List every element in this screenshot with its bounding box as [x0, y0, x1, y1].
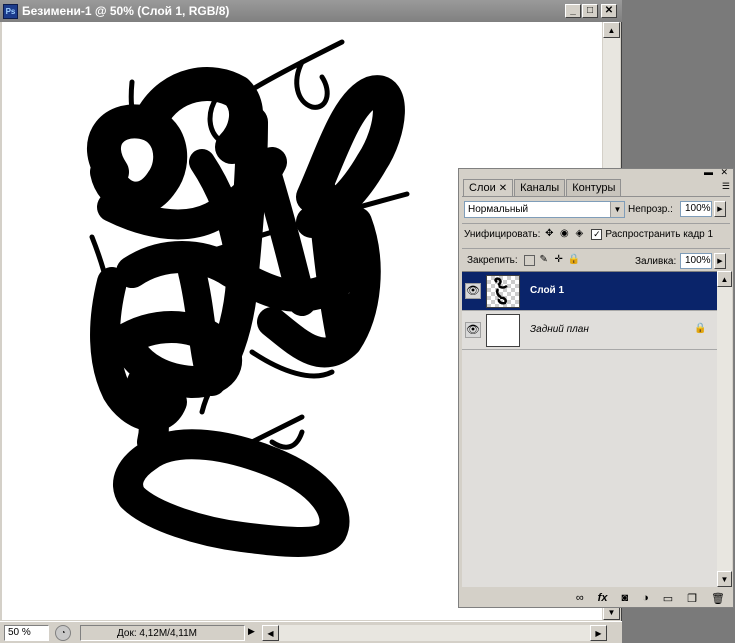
fill-field[interactable]: 100%	[680, 253, 712, 269]
tab-layers-label: Слои	[469, 182, 496, 194]
link-icon[interactable]: ∞	[576, 592, 584, 604]
trash-icon[interactable]: 🗑	[711, 592, 725, 605]
layer-row-layer-1[interactable]: 👁 Слой 1	[462, 272, 717, 311]
opacity-arrow-icon[interactable]: ▶	[714, 201, 726, 217]
scroll-down-arrow-icon[interactable]: ▼	[717, 571, 732, 587]
scroll-left-arrow-icon[interactable]: ◀	[262, 625, 279, 641]
status-bar: 50 % ◔ Док: 4,12M/4,11M ▶ ◀ ▶	[0, 621, 622, 643]
status-info-icon[interactable]: ◔	[55, 624, 71, 641]
tab-channels[interactable]: Каналы	[514, 179, 566, 196]
lock-all-icon[interactable]: 🔒	[568, 254, 580, 266]
eye-icon[interactable]: 👁	[465, 283, 481, 299]
document-title: Безимени-1 @ 50% (Слой 1, RGB/8)	[22, 4, 230, 18]
propagate-label: Распространить кадр 1	[605, 228, 714, 240]
panel-tabs: Слои ✕ Каналы Контуры	[463, 179, 622, 197]
panel-minimize-icon[interactable]: ▬	[704, 167, 713, 177]
tab-paths-label: Контуры	[572, 182, 616, 194]
tab-channels-label: Каналы	[520, 182, 560, 194]
panel-footer: ∞ fx ◙ ◑ ▭ ❐ 🗑	[459, 589, 733, 607]
layer-name[interactable]: Слой 1	[530, 285, 564, 296]
photoshop-icon: Ps	[3, 3, 18, 19]
unify-row: Унифицировать: ✥ ◉ ◈ ✓ Распространить ка…	[464, 228, 713, 240]
lock-row: Закрепить: ✎ ✛ 🔒	[467, 254, 580, 266]
eye-icon[interactable]: 👁	[465, 322, 481, 338]
folder-icon[interactable]: ▭	[663, 592, 673, 605]
divider	[462, 223, 730, 224]
tab-layers[interactable]: Слои ✕	[463, 179, 514, 197]
minimize-button[interactable]: _	[565, 4, 581, 18]
unify-visibility-icon[interactable]: ◉	[558, 228, 570, 240]
fx-icon[interactable]: fx	[598, 592, 608, 604]
tab-divider	[462, 196, 730, 197]
layer-row-background[interactable]: 👁 Задний план 🔒	[462, 311, 717, 350]
lock-brush-icon[interactable]: ✎	[538, 254, 550, 266]
layer-list: 👁 Слой 1 👁 Задний план 🔒	[462, 271, 717, 587]
layer-thumbnail	[486, 275, 520, 308]
tab-paths[interactable]: Контуры	[566, 179, 622, 196]
opacity-label: Непрозр.:	[628, 204, 673, 215]
thumbnail-scribble	[494, 277, 508, 305]
zoom-level-field[interactable]: 50 %	[4, 624, 49, 641]
lock-transparency-icon[interactable]	[523, 254, 535, 266]
scroll-right-arrow-icon[interactable]: ▶	[590, 625, 607, 641]
lock-label: Закрепить:	[467, 254, 518, 266]
lock-icon: 🔒	[694, 323, 707, 334]
new-layer-icon[interactable]: ❐	[687, 592, 697, 605]
maximize-button[interactable]: □	[582, 4, 598, 18]
panel-header[interactable]: ▬ ✕	[459, 167, 733, 179]
layer-name[interactable]: Задний план	[530, 324, 589, 335]
horizontal-scrollbar[interactable]: ◀ ▶	[262, 625, 607, 641]
blend-mode-select[interactable]: Нормальный ▼	[464, 201, 625, 218]
opacity-field[interactable]: 100%	[680, 201, 712, 217]
layers-panel: ▬ ✕ Слои ✕ Каналы Контуры ☰ Нормальный ▼ …	[458, 167, 734, 608]
document-size-info[interactable]: Док: 4,12M/4,11M	[80, 625, 245, 641]
divider	[462, 248, 730, 249]
tab-close-icon[interactable]: ✕	[499, 183, 507, 194]
fill-arrow-icon[interactable]: ▶	[714, 253, 726, 269]
unify-position-icon[interactable]: ✥	[543, 228, 555, 240]
fill-label: Заливка:	[635, 256, 677, 267]
lock-move-icon[interactable]: ✛	[553, 254, 565, 266]
scroll-up-arrow-icon[interactable]: ▲	[603, 22, 620, 38]
mask-icon[interactable]: ◙	[621, 592, 628, 604]
panel-menu-icon[interactable]: ☰	[722, 181, 730, 192]
propagate-checkbox[interactable]: ✓	[591, 228, 603, 240]
unify-label: Унифицировать:	[464, 228, 541, 240]
chevron-down-icon[interactable]: ▼	[610, 202, 624, 217]
close-button[interactable]: ✕	[601, 4, 617, 18]
status-menu-arrow-icon[interactable]: ▶	[248, 626, 255, 637]
blend-mode-value: Нормальный	[468, 204, 529, 215]
unify-style-icon[interactable]: ◈	[573, 228, 585, 240]
document-titlebar[interactable]: Ps Безимени-1 @ 50% (Слой 1, RGB/8) _ □ …	[0, 0, 622, 22]
scroll-up-arrow-icon[interactable]: ▲	[717, 271, 732, 287]
layer-thumbnail	[486, 314, 520, 347]
adjustment-icon[interactable]: ◑	[642, 592, 649, 604]
panel-scrollbar[interactable]: ▲ ▼	[717, 271, 732, 587]
panel-close-icon[interactable]: ✕	[720, 167, 728, 178]
